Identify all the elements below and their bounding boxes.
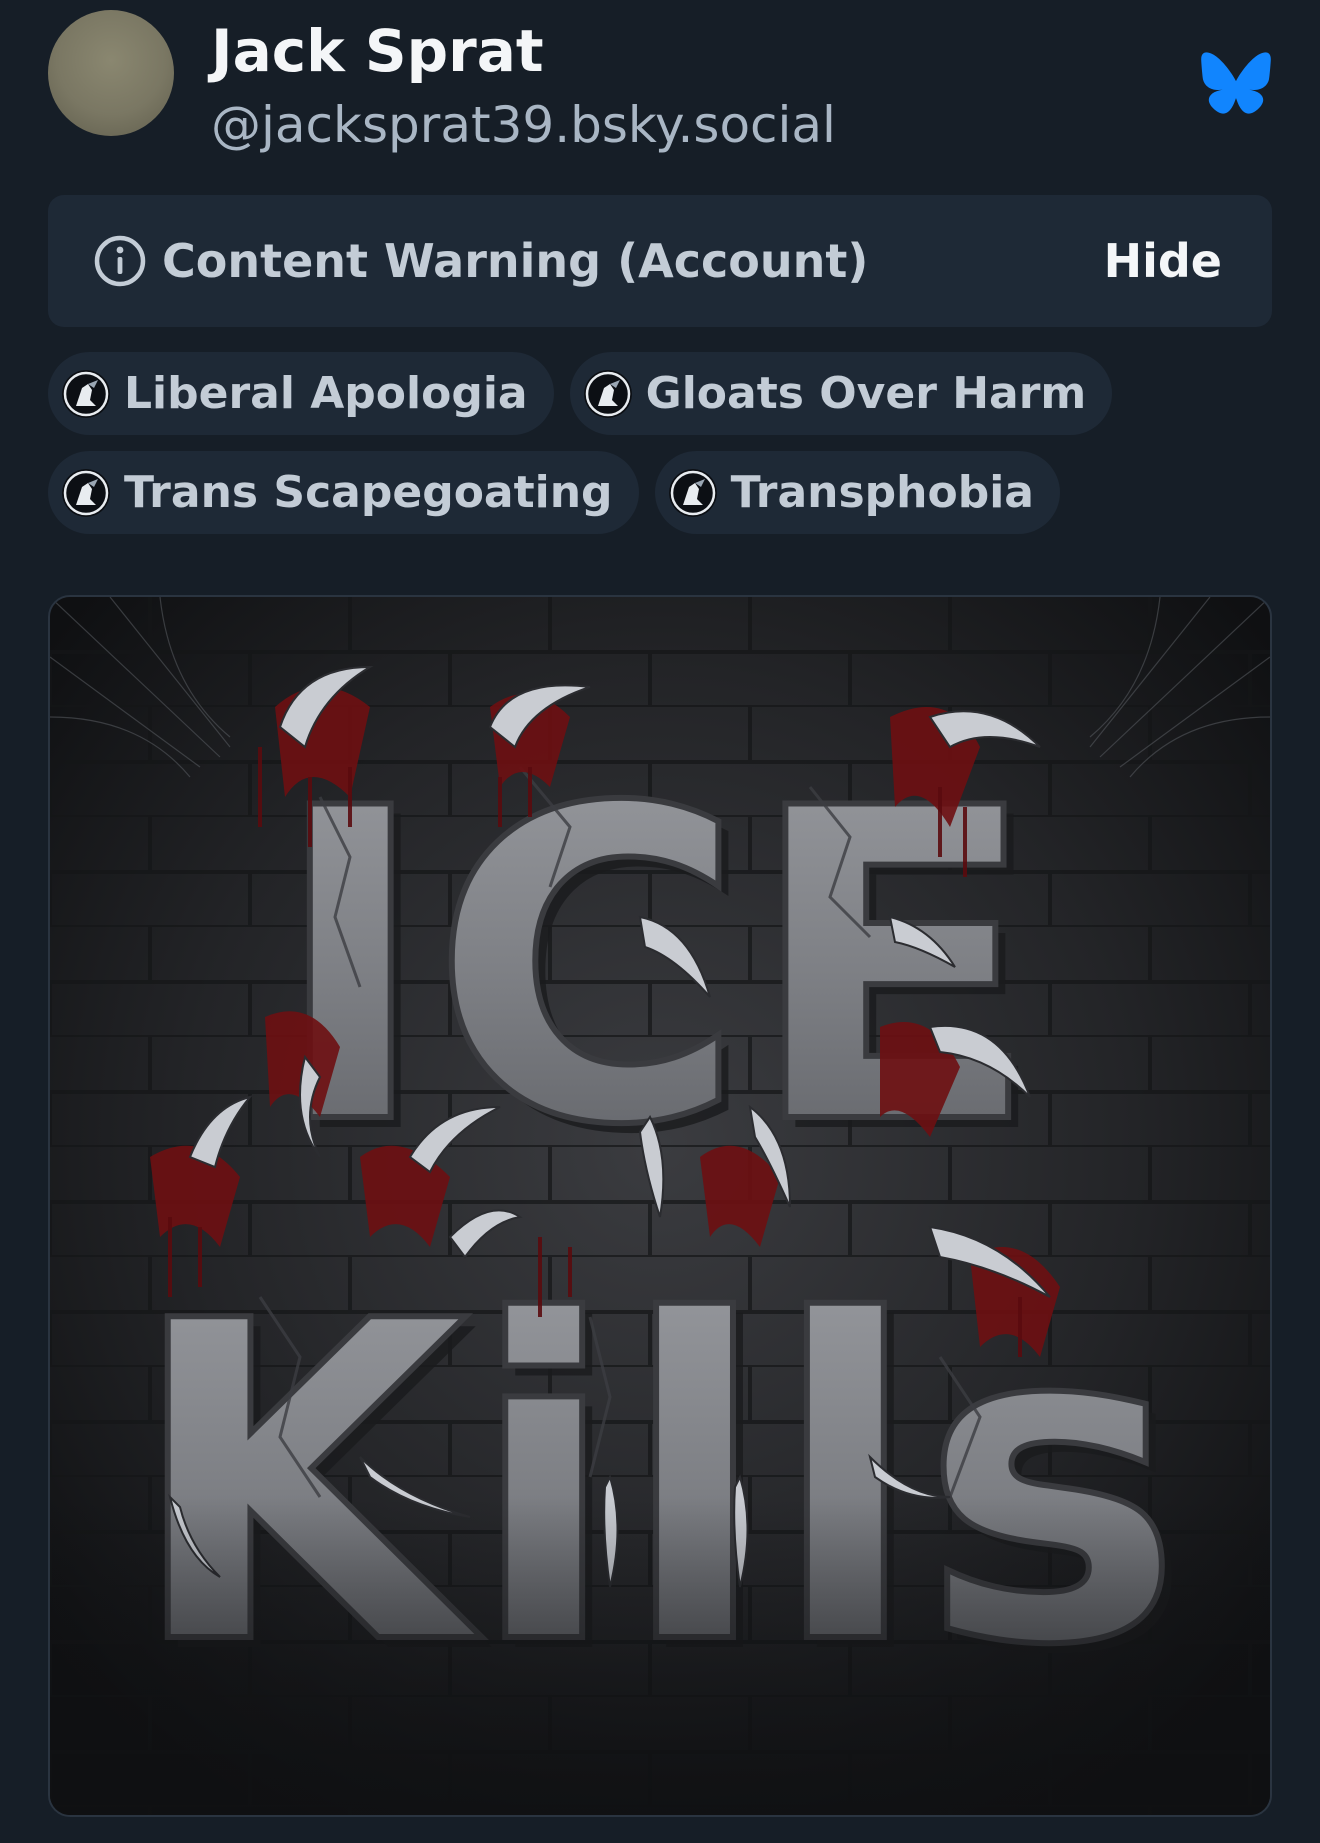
author-display-name[interactable]: Jack Sprat: [211, 16, 544, 86]
moderation-labels: Liberal Apologia Gloats Over Harm Trans …: [48, 352, 1272, 550]
label-pill-liberal-apologia[interactable]: Liberal Apologia: [48, 352, 554, 435]
avatar[interactable]: [48, 10, 174, 136]
label-row: Trans Scapegoating Transphobia: [48, 451, 1272, 534]
post-image-graphic: ICE ICE Kills Kills: [50, 597, 1270, 1815]
label-pill-transphobia[interactable]: Transphobia: [654, 451, 1060, 534]
post-image[interactable]: ICE ICE Kills Kills: [48, 595, 1272, 1817]
label-text: Transphobia: [730, 466, 1034, 518]
label-row: Liberal Apologia Gloats Over Harm: [48, 352, 1272, 435]
labeler-avatar-icon: [583, 369, 632, 418]
label-text: Liberal Apologia: [124, 367, 528, 419]
label-text: Gloats Over Harm: [645, 367, 1087, 419]
labeler-avatar-icon: [62, 369, 110, 418]
author-handle[interactable]: @jacksprat39.bsky.social: [211, 94, 836, 156]
label-text: Trans Scapegoating: [124, 466, 613, 518]
content-warning-label: Content Warning (Account): [162, 234, 869, 288]
labeler-avatar-icon: [668, 468, 717, 517]
bluesky-butterfly-icon: [1201, 52, 1271, 114]
post-header: Jack Sprat @jacksprat39.bsky.social: [48, 10, 1272, 154]
label-pill-gloats-over-harm[interactable]: Gloats Over Harm: [569, 352, 1113, 435]
label-pill-trans-scapegoating[interactable]: Trans Scapegoating: [48, 451, 639, 534]
labeler-avatar-icon: [62, 468, 110, 517]
hide-button[interactable]: Hide: [1104, 225, 1222, 297]
info-icon: [94, 235, 146, 287]
content-warning-bar[interactable]: Content Warning (Account) Hide: [48, 195, 1272, 327]
post: Jack Sprat @jacksprat39.bsky.social Cont…: [0, 0, 1320, 1843]
